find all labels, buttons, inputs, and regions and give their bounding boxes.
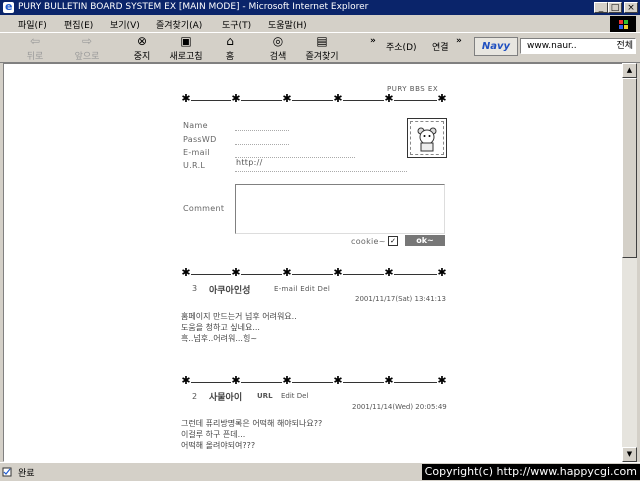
post-author[interactable]: 사물아이 bbox=[209, 390, 242, 403]
address-label: 주소(D) bbox=[386, 43, 417, 53]
title-bar: PURY BULLETIN BOARD SYSTEM EX [MAIN MODE… bbox=[0, 0, 640, 15]
maximize-button[interactable]: □ bbox=[608, 2, 622, 13]
post-date: 2001/11/17(Sat) 13:41:13 bbox=[355, 295, 446, 303]
post-line: 어떡해 올려야되여??? bbox=[181, 441, 256, 450]
back-button[interactable]: ⇦ 뒤로 bbox=[20, 34, 50, 63]
email-label: E-mail bbox=[183, 148, 210, 157]
menu-view[interactable]: 보기(V) bbox=[110, 18, 140, 31]
scroll-up-button[interactable]: ▲ bbox=[622, 63, 637, 78]
go-link-label[interactable]: 연결 bbox=[432, 40, 449, 53]
post-line: 도움을 청하고 싶네요... bbox=[181, 323, 260, 332]
menu-tools[interactable]: 도구(T) bbox=[222, 18, 251, 31]
url-input-value[interactable]: http:// bbox=[236, 158, 263, 167]
status-text: 완료 bbox=[18, 469, 35, 479]
refresh-button[interactable]: ▣ 새로고침 bbox=[164, 34, 208, 63]
menu-favorites[interactable]: 즐겨찾기(A) bbox=[156, 18, 202, 31]
home-button[interactable]: ⌂ 홈 bbox=[220, 34, 240, 63]
url-input[interactable] bbox=[235, 171, 407, 172]
search-icon: ◎ bbox=[272, 34, 284, 48]
forward-button[interactable]: ⇨ 앞으로 bbox=[70, 34, 104, 63]
star-divider: ✱ ✱ ✱ ✱ ✱ ✱ bbox=[181, 92, 447, 105]
comment-label: Comment bbox=[183, 204, 225, 213]
post-links[interactable]: Edit Del bbox=[281, 392, 308, 400]
menu-bar: 파일(F) 편집(E) 보기(V) 즐겨찾기(A) 도구(T) 도움말(H) bbox=[0, 15, 640, 33]
post-links[interactable]: E-mail Edit Del bbox=[274, 285, 330, 293]
links-more-chevron[interactable]: » bbox=[456, 36, 462, 46]
cookie-label: cookie~ bbox=[351, 237, 386, 246]
page-content: PURY BBS EX ✱ ✱ ✱ ✱ ✱ ✱ Name PassWD E-mail U.… bbox=[3, 63, 623, 462]
name-input[interactable] bbox=[235, 130, 289, 131]
scroll-thumb[interactable] bbox=[622, 78, 637, 258]
toolbar-more-chevron[interactable]: » bbox=[370, 36, 376, 46]
avatar-stamp bbox=[407, 118, 447, 158]
page-done-icon bbox=[2, 467, 12, 477]
bear-avatar-icon bbox=[417, 127, 437, 152]
star-divider: ✱ ✱ ✱ ✱ ✱ ✱ bbox=[181, 266, 447, 279]
home-icon: ⌂ bbox=[226, 34, 234, 48]
close-button[interactable]: × bbox=[624, 2, 638, 13]
scroll-down-button[interactable]: ▼ bbox=[622, 447, 637, 462]
ie-logo-icon bbox=[3, 0, 14, 14]
post-line: 홈페이지 만드는거 넘후 어려워요.. bbox=[181, 312, 297, 321]
cookie-checkbox[interactable]: ✓ bbox=[388, 236, 398, 246]
forward-arrow-icon: ⇨ bbox=[81, 34, 93, 48]
vertical-scrollbar[interactable]: ▲ ▼ bbox=[622, 63, 637, 462]
password-input[interactable] bbox=[235, 144, 289, 145]
menu-help[interactable]: 도움말(H) bbox=[268, 18, 307, 31]
favorites-button[interactable]: ▤ 즐겨찾기 bbox=[302, 34, 342, 63]
comment-textarea[interactable] bbox=[235, 184, 445, 234]
navy-logo-button[interactable]: Navy bbox=[474, 37, 518, 56]
star-divider: ✱ ✱ ✱ ✱ ✱ ✱ bbox=[181, 374, 447, 387]
favorites-icon: ▤ bbox=[316, 34, 328, 48]
post-line: 그런데 퓨리방명록은 어떡해 해야되나요?? bbox=[181, 419, 323, 428]
minimize-button[interactable]: _ bbox=[594, 2, 608, 13]
bbs-brand: PURY BBS EX bbox=[387, 85, 439, 93]
navy-search-input[interactable]: www.naur.. 전체 bbox=[520, 38, 636, 54]
refresh-icon: ▣ bbox=[180, 34, 192, 48]
post-number: 2 bbox=[192, 392, 198, 401]
password-label: PassWD bbox=[183, 135, 217, 144]
menu-edit[interactable]: 편집(E) bbox=[64, 18, 93, 31]
window-title: PURY BULLETIN BOARD SYSTEM EX [MAIN MODE… bbox=[18, 2, 369, 12]
post-author[interactable]: 아쿠아인성 bbox=[209, 283, 250, 296]
stop-icon: ⊗ bbox=[136, 34, 148, 48]
stop-button[interactable]: ⊗ 중지 bbox=[130, 34, 154, 63]
search-button[interactable]: ◎ 검색 bbox=[266, 34, 290, 63]
ok-button[interactable]: ok~ bbox=[405, 235, 445, 246]
post-url-link[interactable]: URL bbox=[257, 392, 273, 400]
post-number: 3 bbox=[192, 284, 198, 293]
copyright-banner: Copyright(c) http://www.happycgi.com bbox=[421, 464, 640, 480]
url-label: U.R.L bbox=[183, 161, 206, 170]
windows-logo-icon bbox=[610, 16, 636, 32]
menu-file[interactable]: 파일(F) bbox=[18, 18, 47, 31]
post-date: 2001/11/14(Wed) 20:05:49 bbox=[352, 403, 447, 411]
name-label: Name bbox=[183, 121, 208, 130]
back-arrow-icon: ⇦ bbox=[29, 34, 41, 48]
post-line: 흑..넘후..어려워...힝~ bbox=[181, 334, 258, 343]
post-line: 이걸루 하구 픈데... bbox=[181, 430, 246, 439]
